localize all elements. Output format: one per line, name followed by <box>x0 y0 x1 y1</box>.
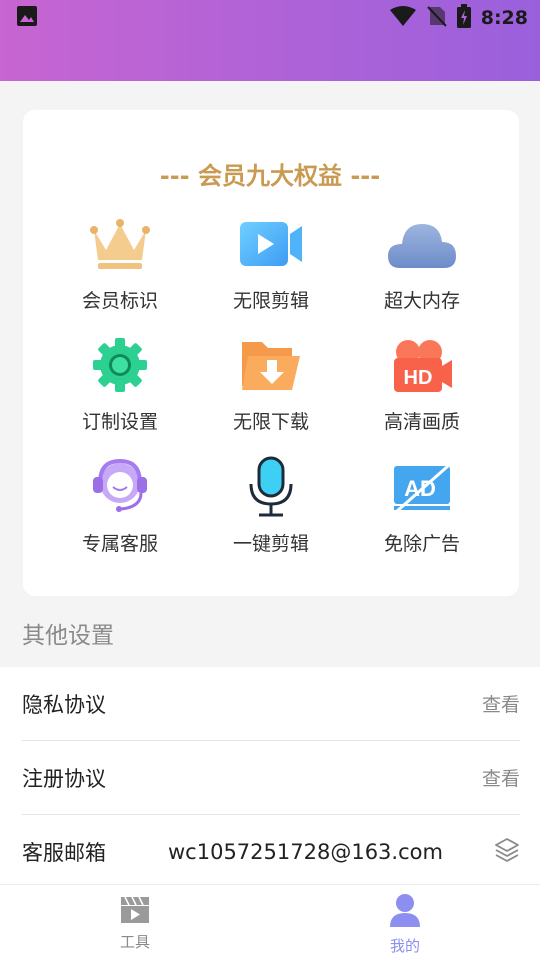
other-settings-title: 其他设置 <box>22 623 114 649</box>
service-email-row[interactable]: 客服邮箱 wc1057251728@163.com <box>22 815 520 888</box>
benefit-member-badge[interactable]: 会员标识 <box>45 214 195 313</box>
settings-list: 隐私协议 查看 注册协议 查看 客服邮箱 wc1057251728@163.co… <box>0 667 540 885</box>
status-bar: 8:28 <box>0 0 540 36</box>
clapperboard-icon <box>120 896 150 929</box>
user-icon <box>389 894 421 933</box>
wifi-icon <box>389 5 417 31</box>
svg-text:HD: HD <box>404 367 433 389</box>
registration-agreement-view-link[interactable]: 查看 <box>482 764 520 791</box>
image-icon <box>16 5 38 31</box>
benefit-custom-settings[interactable]: 订制设置 <box>45 335 195 434</box>
benefit-label: 高清画质 <box>383 411 460 433</box>
benefit-label: 专属客服 <box>81 533 158 555</box>
battery-charging-icon <box>456 4 471 32</box>
registration-agreement-row[interactable]: 注册协议 查看 <box>22 741 520 814</box>
privacy-policy-view-link[interactable]: 查看 <box>482 690 520 717</box>
tab-mine-label: 我的 <box>389 937 420 955</box>
privacy-policy-row[interactable]: 隐私协议 查看 <box>22 667 520 740</box>
crown-icon <box>84 214 156 274</box>
benefit-unlimited-download[interactable]: 无限下载 <box>196 335 346 434</box>
benefit-label: 超大内存 <box>383 290 460 312</box>
hd-camera-icon: HD <box>386 335 458 395</box>
tab-mine[interactable]: 我的 <box>355 893 455 956</box>
benefit-label: 免除广告 <box>383 533 460 555</box>
service-email-value[interactable]: wc1057251728@163.com <box>168 840 494 864</box>
service-email-label: 客服邮箱 <box>22 840 106 865</box>
benefit-label: 无限剪辑 <box>232 290 309 312</box>
tab-tools[interactable]: 工具 <box>85 893 185 952</box>
download-folder-icon <box>235 335 307 395</box>
benefit-label: 会员标识 <box>81 290 158 312</box>
registration-agreement-label: 注册协议 <box>22 766 106 791</box>
benefit-customer-service[interactable]: 专属客服 <box>45 457 195 556</box>
layers-icon[interactable] <box>494 837 520 867</box>
benefit-one-click-edit[interactable]: 一键剪辑 <box>196 456 346 556</box>
benefit-no-ads[interactable]: AD 免除广告 <box>347 457 497 556</box>
benefits-title: --- 会员九大权益 --- <box>159 162 381 190</box>
video-camera-icon <box>235 214 307 274</box>
benefit-label: 无限下载 <box>232 411 309 433</box>
status-time: 8:28 <box>480 7 528 29</box>
cloud-icon <box>386 214 458 274</box>
gear-icon <box>84 335 156 395</box>
customer-service-icon <box>84 457 156 517</box>
benefit-unlimited-edit[interactable]: 无限剪辑 <box>196 214 346 313</box>
benefit-large-storage[interactable]: 超大内存 <box>347 214 497 313</box>
privacy-policy-label: 隐私协议 <box>22 692 106 717</box>
microphone-icon <box>235 456 307 517</box>
benefit-label: 订制设置 <box>81 411 158 433</box>
no-sim-icon <box>427 5 447 31</box>
bottom-tab-bar: 工具 我的 <box>0 884 540 960</box>
benefit-hd-quality[interactable]: HD 高清画质 <box>347 335 497 434</box>
no-ad-icon: AD <box>386 457 458 517</box>
tab-tools-label: 工具 <box>119 933 150 951</box>
header-background: 8:28 <box>0 0 540 81</box>
benefit-label: 一键剪辑 <box>232 533 309 555</box>
